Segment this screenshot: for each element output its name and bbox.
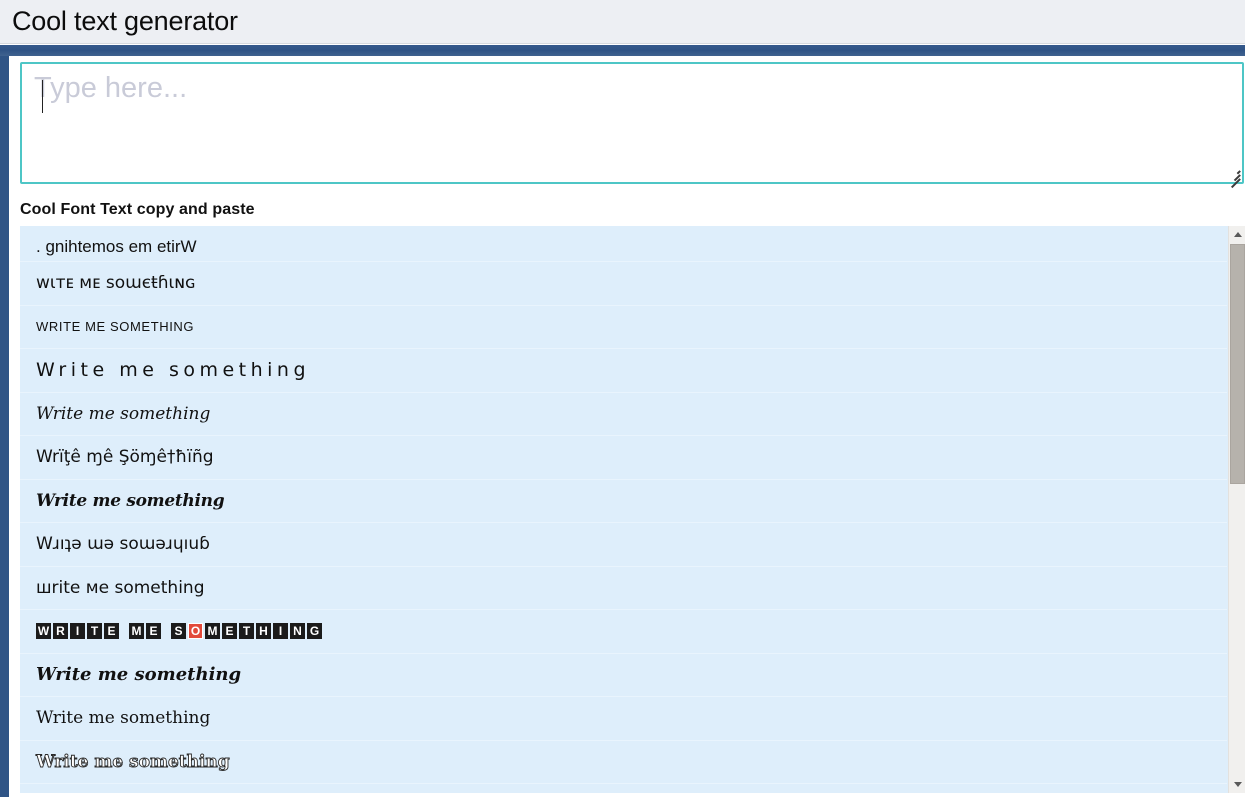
source-text-input[interactable]: [20, 62, 1244, 184]
toolbar-glyph-icon: ☆: [672, 45, 768, 47]
browser-toolbar-strip[interactable]: ☆↓○□▭⎔↓☆↓○□▭⎔▭↓☆: [0, 45, 1245, 56]
toolbar-glyph-icon: ☆: [0, 45, 96, 47]
squared-letter: [121, 623, 127, 639]
result-row[interactable]: Write me something: [20, 349, 1227, 393]
page-left-rail: [0, 56, 9, 797]
result-row[interactable]: шrite ме something: [20, 567, 1227, 610]
toolbar-glyph-icon: ○: [192, 45, 288, 46]
scroll-up-icon[interactable]: [1229, 226, 1245, 243]
result-row[interactable]: Write me something: [20, 741, 1227, 784]
toolbar-glyph-icon: ↓: [96, 45, 192, 46]
result-row[interactable]: WRITE ME SOMETHING: [20, 306, 1227, 349]
toolbar-glyph-icon: ↓: [768, 45, 864, 46]
result-row[interactable]: Wrïţê ɱê Şöɱê†ħïñg: [20, 436, 1227, 480]
toolbar-glyph-icon: ⎔: [1152, 45, 1245, 47]
squared-letter: T: [239, 623, 254, 640]
squared-letter: M: [129, 623, 144, 640]
result-text: Write me something: [36, 359, 311, 382]
result-text: ᴡɩᴛᴇ ᴍᴇ ѕᴏɯєŧɦιɴɢ: [36, 273, 196, 294]
result-row[interactable]: Write me something: [20, 697, 1227, 741]
squared-letter: N: [290, 623, 305, 640]
squared-letter: I: [70, 623, 85, 640]
result-text: Write me something: [36, 664, 242, 686]
scroll-down-icon[interactable]: [1229, 776, 1245, 793]
result-row[interactable]: ᴡɩᴛᴇ ᴍᴇ ѕᴏɯєŧɦιɴɢ: [20, 262, 1227, 306]
toolbar-glyph-icon: ○: [864, 45, 960, 46]
window-header: Cool text generator: [0, 0, 1245, 44]
page-content: Cool Font Text copy and paste . gnihtemo…: [9, 56, 1245, 797]
squared-letter: E: [146, 623, 161, 640]
result-row[interactable]: Write me something: [20, 480, 1227, 523]
result-row[interactable]: . gnihtemos em etirW: [20, 226, 1227, 262]
result-text: Write me something: [36, 708, 211, 729]
toolbar-glyph-icon: □: [288, 45, 384, 46]
result-row[interactable]: Wɹıʇǝ ɯǝ soɯǝɹɥıuɓ: [20, 523, 1227, 567]
app-root: Cool text generator ☆↓○□▭⎔↓☆↓○□▭⎔▭↓☆ Coo…: [0, 0, 1245, 797]
scrollbar-thumb[interactable]: [1230, 244, 1245, 484]
result-text: Wrïţê ɱê Şöɱê†ħïñg: [36, 447, 214, 468]
toolbar-glyph-icon: ▭: [1056, 45, 1152, 47]
result-row[interactable]: Write me something: [20, 393, 1227, 436]
result-text: WRITE ME SOMETHING: [36, 319, 195, 335]
result-text: Wɹıʇǝ ɯǝ soɯǝɹɥıuɓ: [36, 534, 210, 555]
result-text: Write me something: [36, 751, 231, 772]
results-scrollbar[interactable]: [1228, 226, 1245, 793]
squared-letter: S: [171, 623, 186, 640]
squared-letter: I: [273, 623, 288, 640]
toolbar-icon-row: ☆↓○□▭⎔↓☆↓○□▭⎔▭↓☆: [0, 45, 1245, 47]
squared-letter: T: [87, 623, 102, 640]
toolbar-glyph-icon: ⎔: [480, 45, 576, 47]
results-section-heading: Cool Font Text copy and paste: [20, 201, 255, 218]
squared-letter: G: [307, 623, 322, 640]
squared-letter: E: [104, 623, 119, 640]
result-text: Write me something: [36, 490, 225, 511]
page-title: Cool text generator: [12, 6, 238, 36]
squared-letter: O: [188, 623, 203, 640]
toolbar-glyph-icon: □: [960, 45, 1056, 46]
squared-letter: R: [53, 623, 68, 640]
text-cursor: [42, 80, 43, 113]
squared-letter: M: [205, 623, 220, 640]
result-text: . gnihtemos em etirW: [36, 237, 197, 256]
squared-letter: W: [36, 623, 51, 640]
text-input-wrapper: [20, 62, 1244, 188]
result-text: WRITEMESOMETHING: [36, 623, 322, 640]
squared-letter: [163, 623, 169, 639]
result-row[interactable]: WRITEMESOMETHING: [20, 610, 1227, 654]
results-list[interactable]: . gnihtemos em etirW ᴡɩᴛᴇ ᴍᴇ ѕᴏɯєŧɦιɴɢ WRI…: [20, 226, 1244, 793]
squared-letter: E: [222, 623, 237, 640]
result-text: Write me something: [36, 403, 211, 424]
result-text: шrite ме something: [36, 577, 205, 598]
toolbar-glyph-icon: ↓: [576, 45, 672, 46]
result-row[interactable]: Write me something: [20, 654, 1227, 697]
squared-letter: H: [256, 623, 271, 640]
toolbar-glyph-icon: ▭: [384, 45, 480, 47]
